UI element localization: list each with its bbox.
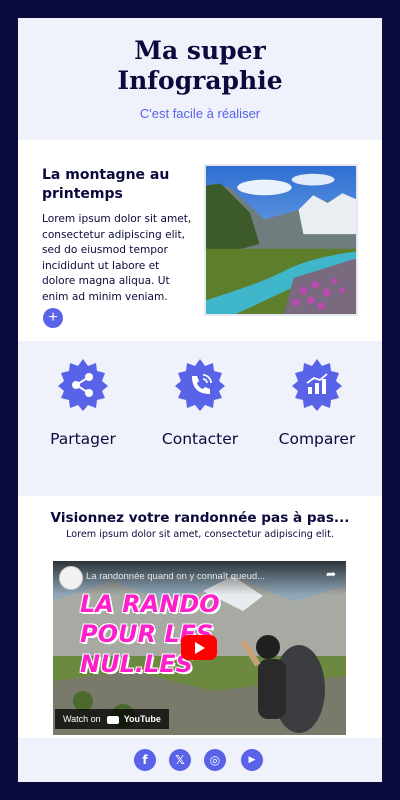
video-player[interactable]: La randonnée quand on y connaît queud...… [53,561,346,735]
feature-compare[interactable]: Comparer [258,357,376,448]
page-title-line1: Ma super [134,36,266,65]
article-title: La montagne au printemps [42,167,170,202]
youtube-label: YouTube [123,714,161,724]
article-section: La montagne au printemps Lorem ipsum dol… [18,140,382,341]
mountain-photo [204,164,358,316]
video-section-description: Lorem ipsum dolor sit amet, consectetur … [66,529,334,540]
video-thumbnail-text: LA RANDO POUR LES NUL.LES [80,589,280,679]
video-section-title: Visionnez votre randonnée pas à pas... [50,510,350,526]
watch-on-youtube-button[interactable]: Watch on YouTube [55,709,169,729]
feature-compare-label: Comparer [278,430,356,448]
features-section: Partager Contacter Comparer [18,341,382,496]
feature-share-label: Partager [50,430,116,448]
page-title: Ma super Infographie [18,36,382,96]
youtube-icon[interactable]: ▶ [241,749,263,771]
phone-icon [175,359,225,411]
header-section: Ma super Infographie C'est facile à réal… [18,18,382,140]
article-body: Lorem ipsum dolor sit amet, consectetur … [42,213,192,303]
newsletter-card: Ma super Infographie C'est facile à réal… [18,18,382,782]
thumbnail-line3: NUL.LES [80,650,193,678]
read-more-button[interactable]: + [43,308,63,328]
play-button-icon[interactable] [181,635,217,660]
video-section: Visionnez votre randonnée pas à pas... L… [18,496,382,738]
video-share-icon[interactable]: ➦ [326,567,336,581]
x-icon[interactable]: 𝕏 [169,749,191,771]
feature-share[interactable]: Partager [24,357,142,448]
share-icon [58,359,108,411]
feature-contact[interactable]: Contacter [141,357,259,448]
social-footer: f 𝕏 ◎ ▶ [18,738,382,782]
video-channel-title[interactable]: La randonnée quand on y connaît queud... [86,571,265,582]
instagram-icon[interactable]: ◎ [204,749,226,771]
channel-avatar[interactable] [59,566,83,590]
facebook-icon[interactable]: f [134,749,156,771]
watch-on-label: Watch on [63,714,101,724]
feature-contact-label: Contacter [161,430,239,448]
youtube-logo-icon [107,715,120,724]
page-title-line2: Infographie [117,66,283,95]
chart-icon [292,359,342,411]
thumbnail-line1: LA RANDO [80,590,220,618]
page-subtitle: C'est facile à réaliser [139,106,261,121]
